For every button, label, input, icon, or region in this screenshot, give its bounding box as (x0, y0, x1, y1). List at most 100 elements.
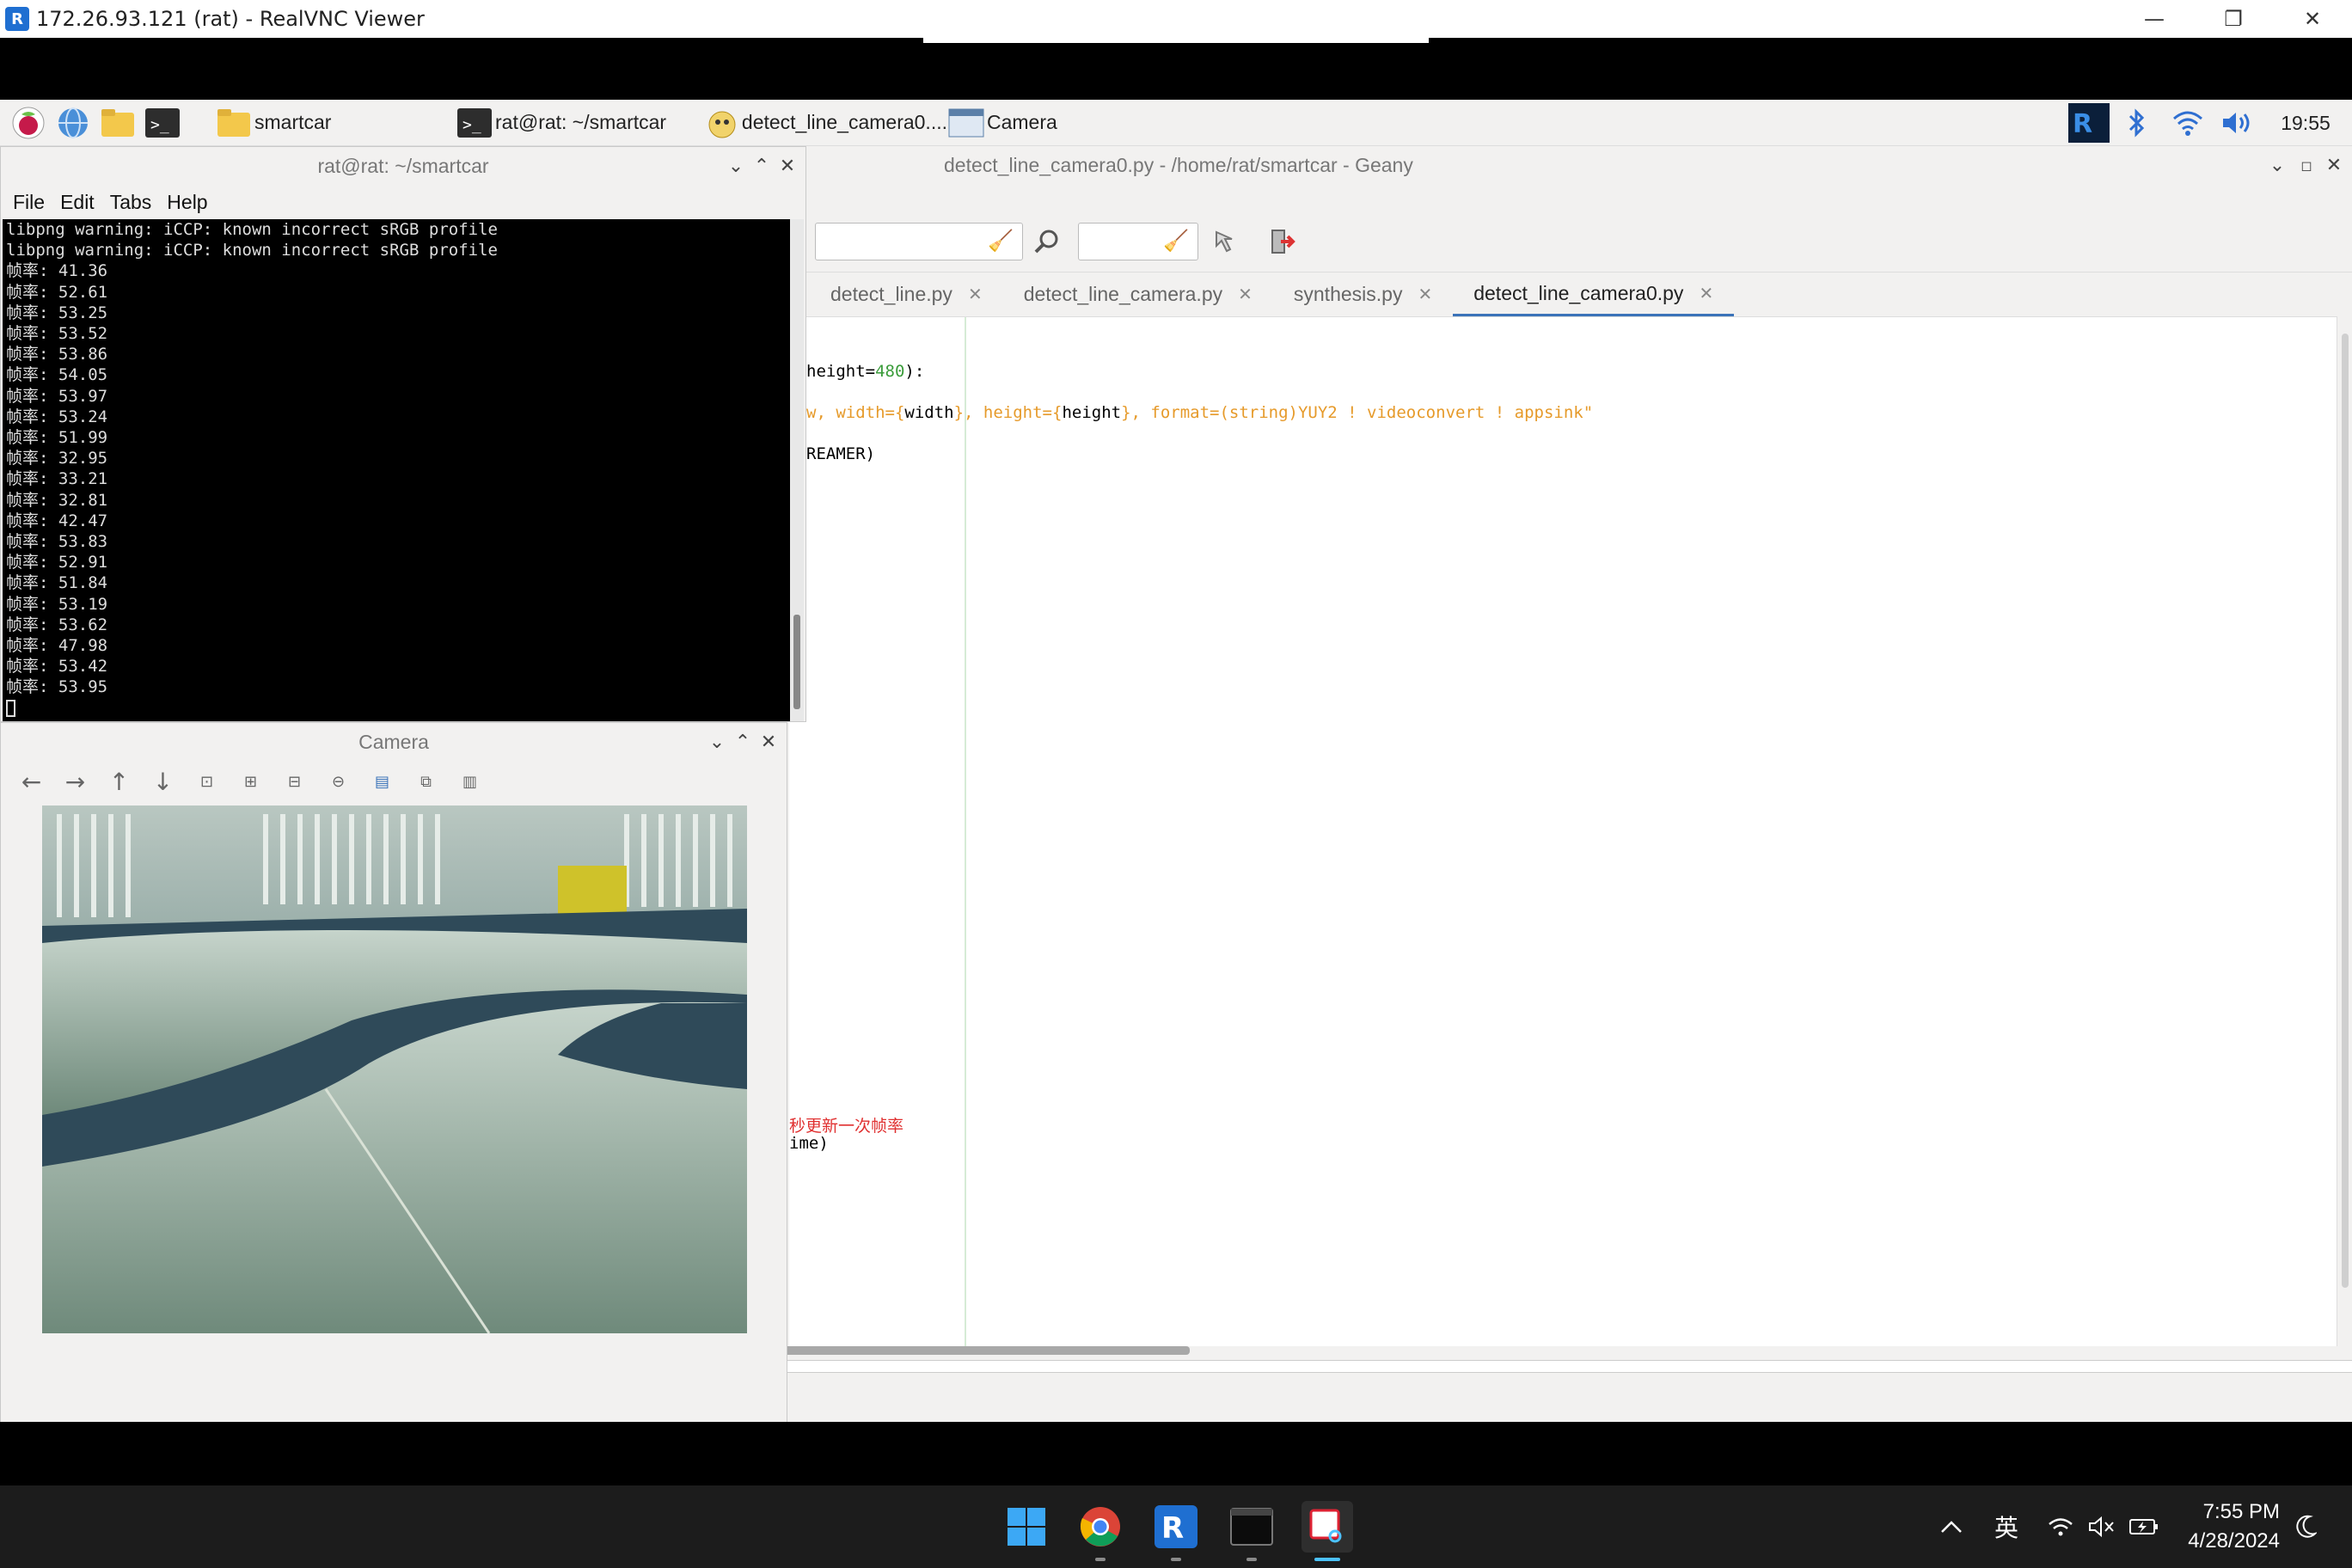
terminal-line: 帧率: 42.47 (6, 511, 108, 530)
scrollbar-thumb[interactable] (2342, 334, 2349, 1288)
maximize-icon[interactable]: ⌃ (749, 154, 775, 180)
menu-file[interactable]: File (1, 191, 57, 214)
terminal-launcher-icon[interactable]: >_ (141, 104, 184, 142)
vnc-server-icon[interactable]: R (2067, 100, 2111, 146)
taskbar-item-label: rat@rat: ~/smartcar (495, 111, 667, 133)
close-icon[interactable]: ✕ (756, 730, 781, 756)
minimize-icon[interactable]: ⌄ (723, 154, 749, 180)
close-icon[interactable]: ✕ (775, 154, 800, 180)
zoom-fit-icon[interactable]: ⊞ (229, 764, 273, 799)
pi-clock[interactable]: 19:55 (2271, 100, 2340, 146)
tab-synthesis[interactable]: synthesis.py ✕ (1273, 273, 1453, 316)
code-number: 480 (875, 362, 905, 381)
volume-icon[interactable] (2216, 100, 2257, 146)
clear-broom-icon[interactable]: 🧹 (988, 229, 1014, 253)
restore-icon[interactable]: ❐ (2194, 0, 2273, 38)
search-input[interactable]: 🧹 (815, 223, 1023, 260)
moon-notification-icon[interactable] (2288, 1485, 2323, 1568)
file-manager-icon[interactable] (96, 104, 139, 142)
ime-indicator[interactable]: 英 (1986, 1485, 2027, 1568)
clock-time: 7:55 PM (2202, 1500, 2280, 1523)
goto-line-input[interactable]: 🧹 (1078, 223, 1198, 260)
terminal-line: 帧率: 53.19 (6, 594, 108, 614)
camera-feed (42, 805, 747, 1333)
wifi-icon[interactable] (2166, 100, 2209, 146)
zoom-original-icon[interactable]: ⊟ (273, 764, 316, 799)
maximize-icon[interactable]: ◻ (2294, 153, 2319, 179)
minimize-icon[interactable]: ⌄ (2264, 153, 2290, 179)
chevron-up-icon[interactable] (1934, 1485, 1969, 1568)
code-editor[interactable]: height=480): w, width={width}, height={h… (789, 316, 2337, 1346)
save-image-icon[interactable]: ▤ (360, 764, 404, 799)
jump-to-line-icon[interactable] (1205, 223, 1243, 260)
vnc-toolbar-strip[interactable] (923, 38, 1429, 43)
menu-help[interactable]: Help (163, 191, 219, 214)
active-indicator (1314, 1558, 1340, 1561)
maximize-icon[interactable]: ⌃ (730, 730, 756, 756)
svg-text:>_: >_ (462, 116, 481, 134)
scrollbar-thumb[interactable] (793, 615, 800, 709)
tab-close-icon[interactable]: ✕ (1699, 283, 1713, 304)
arrow-up-icon[interactable]: ↑ (97, 764, 141, 799)
camera-frame-image (42, 805, 747, 1333)
close-icon[interactable]: ✕ (2321, 153, 2347, 179)
taskbar-item-geany[interactable]: detect_line_camera0.... (705, 104, 947, 142)
windows-taskbar: R 英 7:55 PM 4/28/2024 (0, 1485, 2352, 1568)
find-magnifier-icon[interactable] (1028, 223, 1066, 260)
running-indicator (1246, 1558, 1257, 1561)
camera-window: Camera ⌄ ⌃ ✕ ← → ↑ ↓ ⊡ ⊞ ⊟ ⊖ ▤ ⧉ ▥ (0, 722, 787, 1422)
arrow-right-icon[interactable]: → (53, 764, 97, 799)
terminal-line: 帧率: 33.21 (6, 469, 108, 489)
geany-toolbar: ▮ 🧹 🧹 (789, 211, 2352, 272)
terminal-taskbar-icon[interactable] (1226, 1501, 1277, 1561)
taskbar-item-smartcar[interactable]: smartcar (215, 104, 456, 142)
taskbar-item-label: Camera (987, 111, 1057, 133)
menu-tabs[interactable]: Tabs (107, 191, 164, 214)
svg-text:R: R (2073, 109, 2092, 139)
window-icon (947, 106, 985, 140)
close-icon[interactable]: ✕ (2273, 0, 2352, 38)
windows-start-icon[interactable] (1001, 1501, 1052, 1553)
svg-text:>_: >_ (150, 116, 169, 134)
editor-vertical-scrollbar[interactable] (2337, 316, 2352, 1346)
browser-globe-icon[interactable] (52, 104, 95, 142)
menu-edit[interactable]: Edit (57, 191, 107, 214)
taskbar-item-label: smartcar (254, 111, 332, 133)
raspberry-menu-icon[interactable] (7, 104, 50, 142)
taskbar-item-camera[interactable]: Camera (947, 104, 1119, 142)
terminal-line: 帧率: 51.84 (6, 573, 108, 593)
bluetooth-icon[interactable] (2120, 100, 2154, 146)
tab-close-icon[interactable]: ✕ (968, 284, 983, 305)
terminal-line: 帧率: 53.52 (6, 324, 108, 344)
clear-broom-icon[interactable]: 🧹 (1163, 229, 1189, 253)
taskbar-item-terminal[interactable]: >_ rat@rat: ~/smartcar (456, 104, 705, 142)
realvnc-taskbar-icon[interactable]: R (1150, 1501, 1202, 1561)
chrome-icon[interactable] (1075, 1501, 1126, 1561)
quit-icon[interactable] (1264, 223, 1302, 260)
terminal-output[interactable]: libpng warning: iCCP: known incorrect sR… (3, 219, 790, 721)
zoom-in-icon[interactable]: ⊡ (185, 764, 229, 799)
tab-detect-line-camera[interactable]: detect_line_camera.py ✕ (1003, 273, 1273, 316)
code-token: height= (806, 362, 876, 381)
tab-close-icon[interactable]: ✕ (1418, 284, 1432, 305)
volume-muted-icon[interactable] (2084, 1485, 2120, 1568)
wifi-icon[interactable] (2043, 1485, 2079, 1568)
system-clock[interactable]: 7:55 PM 4/28/2024 (2159, 1498, 2280, 1556)
terminal-line: 帧率: 32.81 (6, 490, 108, 510)
properties-icon[interactable]: ▥ (448, 764, 492, 799)
tab-detect-line[interactable]: detect_line.py ✕ (789, 273, 1003, 316)
code-token: ): (904, 362, 925, 381)
tab-detect-line-camera0[interactable]: detect_line_camera0.py ✕ (1453, 273, 1735, 316)
snipping-tool-icon[interactable] (1302, 1501, 1353, 1561)
zoom-out-icon[interactable]: ⊖ (316, 764, 360, 799)
battery-charging-icon[interactable] (2125, 1485, 2163, 1568)
terminal-line: 帧率: 52.91 (6, 553, 108, 573)
tab-label: synthesis.py (1293, 283, 1403, 305)
tab-close-icon[interactable]: ✕ (1238, 284, 1253, 305)
minimize-icon[interactable]: ⌄ (704, 730, 730, 756)
copy-image-icon[interactable]: ⧉ (404, 764, 448, 799)
minimize-icon[interactable]: — (2115, 0, 2194, 38)
terminal-scrollbar[interactable] (790, 219, 804, 721)
arrow-left-icon[interactable]: ← (9, 764, 53, 799)
arrow-down-icon[interactable]: ↓ (141, 764, 185, 799)
